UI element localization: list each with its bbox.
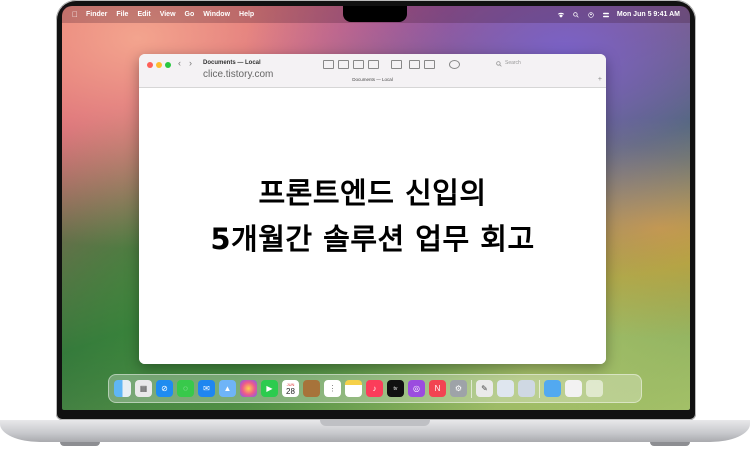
wifi-icon[interactable] [557,12,565,18]
maps-icon[interactable]: ▲ [219,380,236,397]
messages-icon[interactable]: ◌ [177,380,194,397]
contacts-icon[interactable] [303,380,320,397]
laptop-foot-left [60,442,100,446]
new-tab-button[interactable]: + [598,76,602,83]
more-actions-icon[interactable] [449,60,460,69]
forward-icon[interactable]: › [189,58,192,68]
menu-app-finder[interactable]: Finder [86,11,107,18]
tab-title[interactable]: Documents — Local [139,77,606,82]
notes-icon[interactable] [345,380,362,397]
mail-icon[interactable]: ✉ [198,380,215,397]
control-center-icon[interactable] [602,12,610,18]
calendar-icon[interactable]: JUN 28 [282,380,299,397]
window-thumbnail-icon[interactable] [518,380,535,397]
facetime-icon[interactable]: ▶ [261,380,278,397]
document-stack-icon[interactable] [565,380,582,397]
back-icon[interactable]: ‹ [178,58,181,68]
gallery-view-icon[interactable] [368,60,379,69]
podcasts-icon[interactable]: ◎ [408,380,425,397]
list-view-icon[interactable] [338,60,349,69]
share-icon[interactable] [409,60,420,69]
user-icon[interactable] [587,11,595,18]
textedit-icon[interactable]: ✎ [476,380,493,397]
menu-file[interactable]: File [116,11,128,18]
launchpad-icon[interactable]: ▦ [135,380,152,397]
menu-view[interactable]: View [160,11,176,18]
lid-opening-notch [320,420,430,426]
dock-separator-2 [539,379,540,398]
apple-icon[interactable]:  [72,10,78,19]
music-icon[interactable]: ♪ [366,380,383,397]
calendar-day: 28 [286,386,295,396]
window-content: 프론트엔드 신입의 5개월간 솔루션 업무 회고 [139,88,606,364]
search-input[interactable]: Search [505,60,605,70]
laptop-foot-right [650,442,690,446]
menu-window[interactable]: Window [203,11,230,18]
dock: ▦ ⊘ ◌ ✉ ▲ ▶ JUN 28 ⋮ ♪ tv ◎ N ⚙ ✎ [108,374,642,403]
chevron-down-icon[interactable] [481,60,490,67]
menu-help[interactable]: Help [239,11,254,18]
window-toolbar: ‹ › Documents — Local clice.tistory.com … [139,54,606,88]
apple-tv-icon[interactable]: tv [387,380,404,397]
trash-icon[interactable] [586,380,603,397]
window-title: Documents — Local [203,60,261,66]
finder-icon[interactable] [114,380,131,397]
tag-icon[interactable] [424,60,435,69]
reminders-icon[interactable]: ⋮ [324,380,341,397]
zoom-window-button[interactable] [165,62,171,68]
safari-icon[interactable]: ⊘ [156,380,173,397]
menu-edit[interactable]: Edit [137,11,150,18]
status-area: Mon Jun 5 9:41 AM [557,6,680,23]
finder-window: ‹ › Documents — Local clice.tistory.com … [139,54,606,364]
icon-view-icon[interactable] [323,60,334,69]
search-icon[interactable] [572,11,580,18]
photos-icon[interactable] [240,380,257,397]
camera-notch [343,6,407,22]
menu-go[interactable]: Go [185,11,195,18]
minimize-window-button[interactable] [156,62,162,68]
news-icon[interactable]: N [429,380,446,397]
title-line-2: 5개월간 솔루션 업무 회고 [210,222,535,256]
magnifier-icon [496,61,502,67]
column-view-icon[interactable] [353,60,364,69]
preview-icon[interactable] [497,380,514,397]
group-icon[interactable] [391,60,402,69]
dock-separator [471,379,472,398]
folder-icon[interactable] [544,380,561,397]
menubar-clock[interactable]: Mon Jun 5 9:41 AM [617,11,680,18]
system-settings-icon[interactable]: ⚙ [450,380,467,397]
title-line-1: 프론트엔드 신입의 [258,176,487,210]
close-window-button[interactable] [147,62,153,68]
